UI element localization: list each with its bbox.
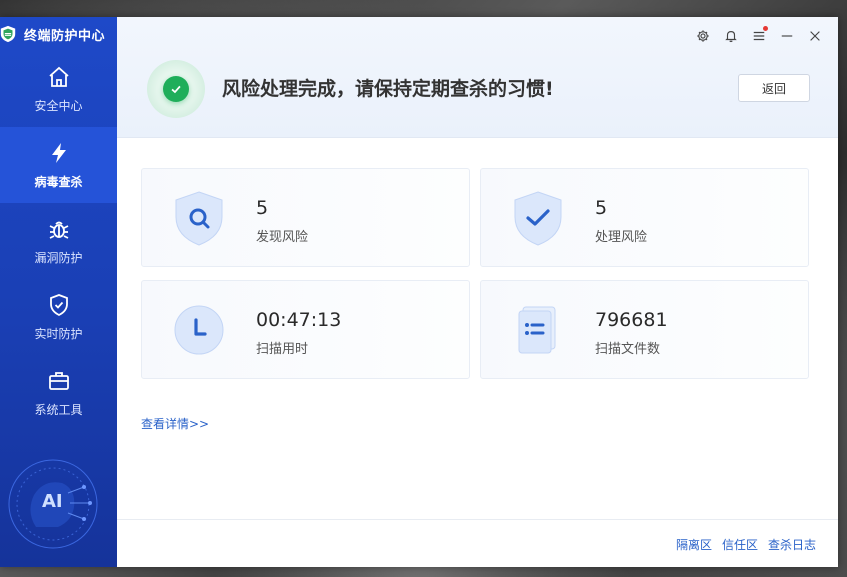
lightning-icon (51, 142, 66, 163)
stat-value: 796681 (595, 309, 668, 331)
minimize-icon (781, 35, 793, 37)
document-list-icon (518, 306, 556, 354)
menu-button[interactable] (750, 26, 768, 45)
check-circle-icon (163, 76, 189, 102)
stat-label: 扫描文件数 (595, 342, 661, 357)
ai-label: AI (42, 491, 63, 512)
stat-card-handled-risks: 5 处理风险 (480, 168, 809, 267)
footer-links: 隔离区 信任区 查杀日志 (676, 536, 816, 553)
sidebar-item-vulnerability[interactable]: 漏洞防护 (0, 203, 117, 279)
stat-card-scanned-files: 796681 扫描文件数 (480, 280, 809, 379)
bug-icon (49, 221, 68, 239)
sidebar-item-security-center[interactable]: 安全中心 (0, 51, 117, 127)
stat-value: 5 (595, 197, 608, 219)
status-message: 风险处理完成，请保持定期查杀的习惯! (222, 78, 554, 100)
stat-value: 00:47:13 (256, 309, 342, 331)
main-panel: 风险处理完成，请保持定期查杀的习惯! 返回 5 发现风险 5 处理风险 00:4… (117, 17, 838, 567)
app-title: 终端防护中心 (24, 28, 106, 44)
minimize-button[interactable] (778, 27, 796, 45)
app-window: 终端防护中心 安全中心 病毒查杀 漏洞防护 实时防护 系统工具 AI 风险处理完… (0, 17, 838, 567)
trust-zone-link[interactable]: 信任区 (722, 536, 758, 553)
sidebar-item-label: 系统工具 (34, 402, 83, 417)
stat-label: 处理风险 (595, 230, 648, 245)
clock-icon (174, 305, 224, 355)
stat-card-found-risks: 5 发现风险 (141, 168, 470, 267)
success-status (147, 60, 205, 118)
stat-label: 发现风险 (256, 230, 309, 245)
hamburger-menu-icon (753, 31, 765, 41)
view-details-link[interactable]: 查看详情>> (141, 415, 209, 432)
result-header: 风险处理完成，请保持定期查杀的习惯! 返回 (117, 17, 838, 138)
sidebar-item-realtime[interactable]: 实时防护 (0, 279, 117, 355)
bell-icon (725, 31, 737, 43)
stat-card-scan-time: 00:47:13 扫描用时 (141, 280, 470, 379)
notification-button[interactable] (722, 27, 740, 45)
shield-check-icon (514, 191, 562, 246)
shield-search-icon (175, 191, 223, 246)
sidebar-item-label: 安全中心 (34, 98, 83, 113)
toolbox-icon (48, 371, 69, 390)
shield-check-icon (49, 293, 68, 316)
sidebar-item-label: 病毒查杀 (34, 174, 83, 189)
brand: 终端防护中心 (0, 17, 117, 51)
ai-badge: AI (6, 457, 100, 551)
settings-button[interactable] (694, 27, 712, 45)
quarantine-link[interactable]: 隔离区 (676, 536, 712, 553)
sidebar-item-tools[interactable]: 系统工具 (0, 355, 117, 431)
shield-logo-icon (0, 24, 18, 44)
sidebar-item-virus-scan[interactable]: 病毒查杀 (0, 127, 117, 203)
window-controls (694, 26, 824, 45)
sidebar-item-label: 实时防护 (34, 326, 83, 341)
home-icon (48, 66, 69, 87)
stat-label: 扫描用时 (256, 342, 309, 357)
notification-dot (763, 26, 768, 31)
back-button[interactable]: 返回 (738, 74, 810, 102)
scan-log-link[interactable]: 查杀日志 (768, 536, 816, 553)
sidebar: 终端防护中心 安全中心 病毒查杀 漏洞防护 实时防护 系统工具 AI (0, 17, 117, 567)
sidebar-item-label: 漏洞防护 (34, 250, 83, 265)
footer: 隔离区 信任区 查杀日志 (117, 519, 838, 567)
close-icon (810, 31, 820, 41)
close-button[interactable] (806, 27, 824, 45)
gear-icon (697, 30, 709, 42)
stat-value: 5 (256, 197, 269, 219)
